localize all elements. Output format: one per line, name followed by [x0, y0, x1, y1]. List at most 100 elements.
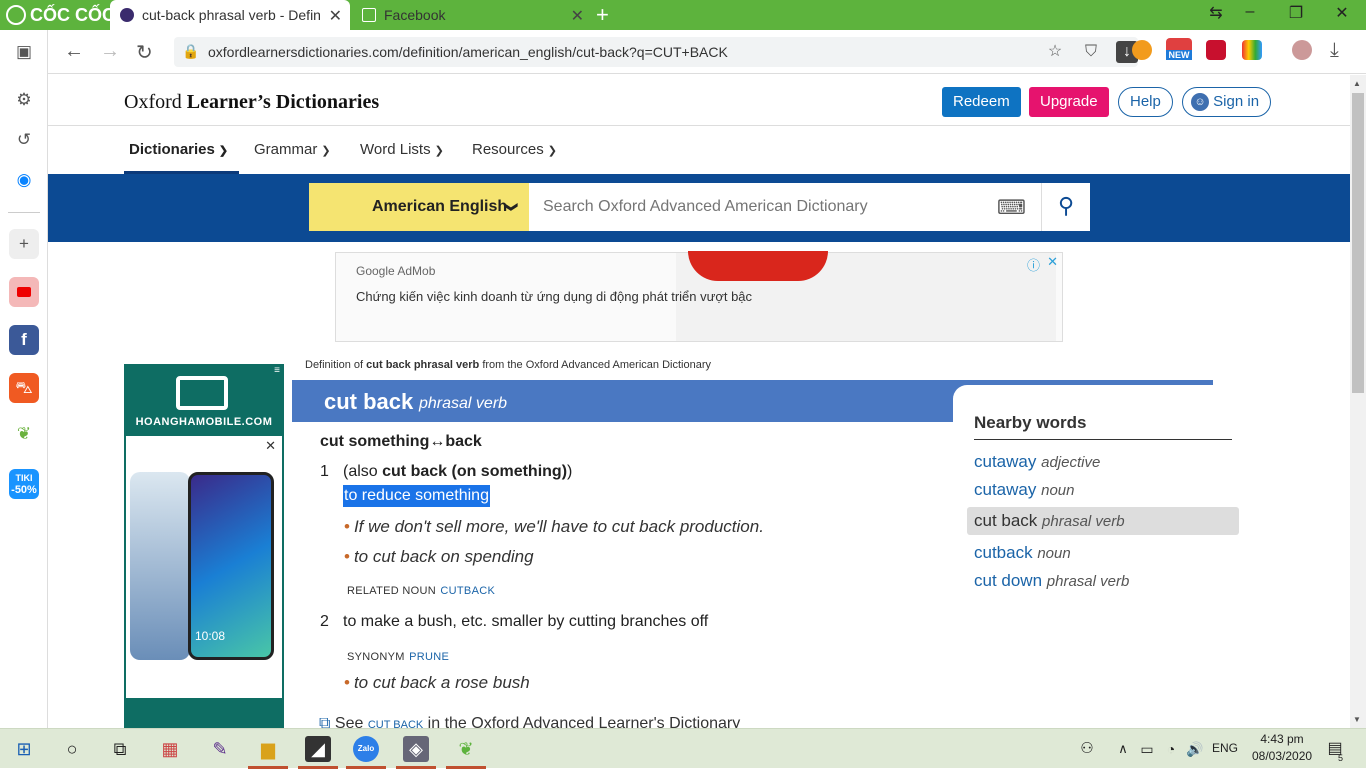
- phone-back-image: [130, 472, 190, 660]
- close-tab-icon[interactable]: ✕: [329, 6, 342, 26]
- notes-app-icon[interactable]: ◢: [305, 736, 331, 762]
- phone-front-image: 10:08: [188, 472, 274, 660]
- ad-text: Chứng kiến việc kinh doanh từ ứng dụng d…: [356, 289, 753, 304]
- search-circle-icon[interactable]: ○: [59, 736, 85, 762]
- nearby-word-item[interactable]: cutaway noun: [974, 480, 1074, 500]
- synonym: SYNONYM PRUNE: [347, 651, 450, 663]
- app-icon[interactable]: ◈: [403, 736, 429, 762]
- close-window-button[interactable]: ✕: [1322, 3, 1362, 23]
- menu-word-lists[interactable]: Word Lists ❯: [360, 141, 444, 158]
- notification-icon[interactable]: ▤: [1322, 736, 1348, 762]
- chevron-down-icon: ❯: [547, 145, 557, 157]
- extension-colors-icon[interactable]: [1242, 40, 1262, 60]
- signin-button[interactable]: ☺ Sign in: [1182, 87, 1272, 117]
- scroll-down-arrow-icon[interactable]: ▼: [1353, 715, 1361, 724]
- ad-close-icon[interactable]: ✕: [1047, 254, 1058, 270]
- settings-gear-icon[interactable]: ⚙: [9, 85, 39, 115]
- coccoc-app-icon[interactable]: ❦: [9, 419, 39, 449]
- facebook-icon[interactable]: f: [9, 325, 39, 355]
- ad-info-icon[interactable]: ⓘ: [1027, 255, 1040, 274]
- close-tab-icon[interactable]: ✕: [571, 6, 584, 26]
- ad-phone-panel: ✕ 10:08: [126, 436, 282, 698]
- tiki-promo-icon[interactable]: TIKI -50%: [9, 469, 39, 499]
- volume-icon[interactable]: 🔊: [1182, 736, 1208, 762]
- facebook-favicon-icon: [362, 8, 376, 22]
- see-also-line: ⧉ See CUT BACK in the Oxford Advanced Le…: [319, 715, 740, 728]
- menu-dictionaries[interactable]: Dictionaries ❯: [129, 141, 228, 158]
- search-button[interactable]: ⚲: [1041, 183, 1090, 231]
- coccoc-logo[interactable]: CỐC CỐC: [6, 4, 115, 26]
- language-indicator[interactable]: ENG: [1212, 741, 1238, 755]
- headword: cut back: [324, 389, 414, 414]
- forward-arrow-icon[interactable]: →: [100, 40, 120, 63]
- clock[interactable]: 4:43 pm 08/03/2020: [1252, 732, 1312, 763]
- sense-definition-selected[interactable]: to reduce something: [343, 485, 490, 507]
- help-button[interactable]: Help: [1118, 87, 1173, 117]
- site-logo[interactable]: Oxford Learner’s Dictionaries: [124, 91, 379, 114]
- extension-new-icon[interactable]: NEW: [1166, 38, 1192, 60]
- maximize-button[interactable]: ❐: [1276, 3, 1316, 23]
- redeem-button[interactable]: Redeem: [942, 87, 1021, 117]
- menu-resources[interactable]: Resources ❯: [472, 141, 557, 158]
- upgrade-button[interactable]: Upgrade: [1029, 87, 1109, 117]
- admob-brand: Google AdMob: [356, 264, 436, 278]
- extension-red-icon[interactable]: [1206, 40, 1226, 60]
- top-advertisement[interactable]: Google AdMob Chứng kiến việc kinh doanh …: [335, 251, 1063, 342]
- menu-grammar[interactable]: Grammar ❯: [254, 141, 331, 158]
- shopee-icon[interactable]: ⛍: [9, 373, 39, 403]
- wifi-icon[interactable]: ◔: [1158, 736, 1184, 762]
- nearby-divider: [974, 439, 1232, 440]
- file-explorer-icon[interactable]: ▆: [255, 736, 281, 762]
- back-arrow-icon[interactable]: ←: [64, 40, 84, 63]
- nearby-words-title: Nearby words: [974, 413, 1087, 432]
- url-text[interactable]: oxfordlearnersdictionaries.com/definitio…: [208, 44, 728, 60]
- history-icon[interactable]: ↺: [9, 125, 39, 155]
- chevron-up-icon[interactable]: ∧: [1110, 736, 1136, 762]
- url-field[interactable]: 🔒 oxfordlearnersdictionaries.com/definit…: [174, 37, 1138, 67]
- windows-start-icon[interactable]: ⊞: [11, 736, 37, 762]
- browser-brand-text: CỐC CỐC: [30, 4, 115, 25]
- shield-icon[interactable]: ⛉: [1080, 41, 1102, 63]
- profile-avatar[interactable]: [1292, 40, 1312, 60]
- browser-tab-bar: CỐC CỐC cut-back phrasal verb - Defin ✕ …: [0, 0, 1366, 30]
- downloads-icon[interactable]: ⤓: [1330, 39, 1339, 62]
- prune-link[interactable]: PRUNE: [409, 651, 449, 663]
- extension-chrome-icon[interactable]: [1132, 40, 1152, 60]
- nearby-word-item[interactable]: cutback noun: [974, 543, 1071, 563]
- people-icon[interactable]: ⚇: [1074, 736, 1100, 762]
- sidebar-toggle-icon[interactable]: ▣: [9, 37, 39, 67]
- nearby-word-item[interactable]: cutaway adjective: [974, 452, 1100, 472]
- nearby-word-item-selected[interactable]: cut back phrasal verb: [974, 511, 1125, 531]
- scrollbar-thumb[interactable]: [1352, 93, 1364, 393]
- side-advertisement[interactable]: ≡ HOANGHAMOBILE.COM ✕ 10:08: [124, 364, 284, 728]
- messenger-icon[interactable]: ◉: [9, 165, 39, 195]
- new-tab-button[interactable]: +: [596, 2, 618, 28]
- paint-icon[interactable]: ✎: [207, 736, 233, 762]
- add-sidebar-item-icon[interactable]: +: [9, 229, 39, 259]
- cutback-link[interactable]: CUTBACK: [440, 585, 495, 597]
- keyboard-icon[interactable]: ⌨: [997, 195, 1026, 220]
- scroll-up-arrow-icon[interactable]: ▲: [1353, 79, 1361, 88]
- zalo-icon[interactable]: Zalo: [353, 736, 379, 762]
- bookmark-star-icon[interactable]: ☆: [1044, 41, 1066, 63]
- page-scrollbar[interactable]: ▲ ▼: [1350, 75, 1366, 728]
- coccoc-taskbar-icon[interactable]: ❦: [453, 736, 479, 762]
- dictionary-selector[interactable]: American English ❯: [309, 183, 529, 231]
- tab-facebook[interactable]: Facebook ✕: [352, 0, 592, 30]
- app-icon[interactable]: ▦: [157, 736, 183, 762]
- ad-menu-icon[interactable]: ≡: [274, 365, 280, 376]
- task-view-icon[interactable]: ⧉: [107, 736, 133, 762]
- minimize-button[interactable]: –: [1230, 3, 1270, 21]
- nearby-word-item[interactable]: cut down phrasal verb: [974, 571, 1129, 591]
- search-input[interactable]: [529, 183, 989, 231]
- reload-icon[interactable]: ↻: [136, 40, 153, 65]
- ad-character-illustration: [688, 251, 828, 281]
- battery-icon[interactable]: ▭: [1134, 736, 1160, 762]
- youtube-icon[interactable]: [9, 277, 39, 307]
- sense-number: 2: [320, 613, 329, 630]
- ad-close-icon[interactable]: ✕: [265, 438, 276, 454]
- see-cut-back-link[interactable]: CUT BACK: [368, 719, 423, 728]
- tab-dictionary[interactable]: cut-back phrasal verb - Defin ✕: [110, 0, 350, 30]
- sense-definition: to make a bush, etc. smaller by cutting …: [343, 613, 709, 630]
- sense-number: 1: [320, 463, 329, 480]
